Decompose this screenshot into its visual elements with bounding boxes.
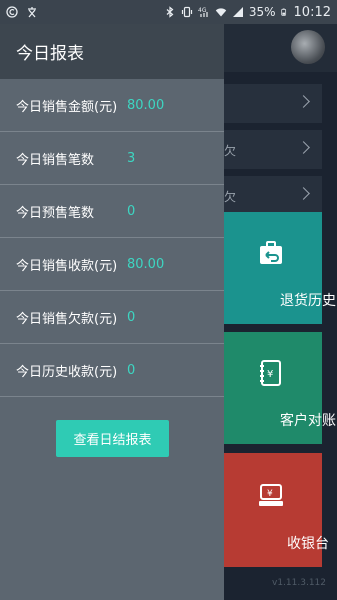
bluetooth-icon bbox=[166, 6, 174, 18]
status-bar: 4G 35% 10:12 bbox=[0, 0, 337, 24]
chevron-right-icon bbox=[297, 95, 310, 108]
stat-label: 今日预售笔数 bbox=[16, 205, 95, 221]
stat-value: 0 bbox=[127, 309, 136, 325]
version-label: v1.11.3.112 bbox=[272, 578, 326, 588]
list-item[interactable]: 欠 bbox=[224, 130, 322, 170]
ledger-icon: ¥ bbox=[260, 360, 281, 386]
cashier-tile[interactable]: ¥ 收银台 bbox=[224, 453, 329, 567]
list-item-label: 欠 bbox=[224, 144, 237, 158]
daily-report-drawer: 今日报表 今日销售金额(元) 80.00 今日销售笔数 3 今日预售笔数 0 今… bbox=[0, 24, 224, 600]
stat-value: 0 bbox=[127, 203, 136, 219]
stat-row-history-received: 今日历史收款(元) 0 bbox=[0, 344, 224, 397]
stat-row-sales-received: 今日销售收款(元) 80.00 bbox=[0, 238, 224, 291]
tile-label: 收银台 bbox=[287, 536, 329, 552]
stat-label: 今日销售欠款(元) bbox=[16, 311, 118, 327]
tile-label: 退货历史 bbox=[280, 293, 336, 309]
stat-label: 今日历史收款(元) bbox=[16, 364, 118, 380]
background-list: 欠 欠 bbox=[224, 84, 322, 222]
wenzi-icon bbox=[28, 7, 36, 18]
wifi-icon bbox=[215, 8, 227, 17]
drawer-header: 今日报表 bbox=[0, 24, 224, 79]
drawer-title: 今日报表 bbox=[16, 44, 84, 64]
signal-icon bbox=[232, 7, 243, 17]
list-item[interactable]: 欠 bbox=[224, 176, 322, 216]
svg-text:¥: ¥ bbox=[267, 369, 273, 380]
view-daily-report-button[interactable]: 查看日结报表 bbox=[56, 420, 169, 457]
stat-value: 80.00 bbox=[127, 97, 165, 113]
return-history-tile[interactable]: 退货历史 bbox=[224, 212, 336, 324]
chevron-right-icon bbox=[297, 187, 310, 200]
stat-label: 今日销售金额(元) bbox=[16, 99, 118, 115]
signal-4g-icon: 4G bbox=[198, 7, 208, 17]
car-avatar-icon[interactable] bbox=[291, 30, 325, 64]
status-time: 10:12 bbox=[293, 4, 331, 20]
circle-c-icon bbox=[6, 6, 18, 18]
list-item-label: 欠 bbox=[224, 190, 237, 204]
customer-reconciliation-tile[interactable]: ¥ 客户对账 bbox=[224, 332, 336, 444]
cashier-icon: ¥ bbox=[259, 484, 283, 506]
stat-label: 今日销售笔数 bbox=[16, 152, 95, 168]
stat-value: 80.00 bbox=[127, 256, 165, 272]
svg-text:4G: 4G bbox=[198, 7, 207, 14]
stat-label: 今日销售收款(元) bbox=[16, 258, 118, 274]
battery-icon bbox=[280, 8, 286, 16]
list-item[interactable] bbox=[224, 84, 322, 124]
vibrate-icon bbox=[181, 6, 192, 18]
stat-value: 3 bbox=[127, 150, 136, 166]
stat-row-sales-amount: 今日销售金额(元) 80.00 bbox=[0, 79, 224, 132]
svg-text:¥: ¥ bbox=[267, 489, 273, 499]
chevron-right-icon bbox=[297, 141, 310, 154]
stat-row-presale-count: 今日预售笔数 0 bbox=[0, 185, 224, 238]
battery-percent: 35% bbox=[248, 5, 276, 19]
tile-label: 客户对账 bbox=[280, 413, 336, 429]
return-bag-icon bbox=[260, 241, 282, 264]
stat-value: 0 bbox=[127, 362, 136, 378]
stat-row-sales-count: 今日销售笔数 3 bbox=[0, 132, 224, 185]
stat-row-sales-owed: 今日销售欠款(元) 0 bbox=[0, 291, 224, 344]
